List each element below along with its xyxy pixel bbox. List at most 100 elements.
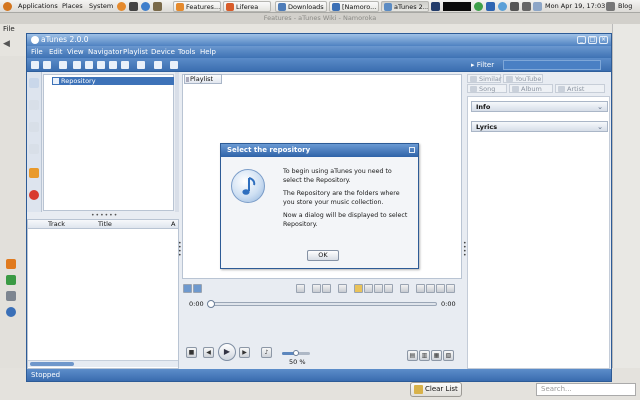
download-icon[interactable]: [6, 275, 16, 285]
task-liferea[interactable]: Liferea: [223, 1, 271, 12]
tab-youtube[interactable]: YouTube: [503, 74, 543, 83]
next-button[interactable]: ▶: [239, 347, 250, 358]
navigator-scrollbar[interactable]: [175, 72, 179, 212]
launcher-terminal-icon[interactable]: [129, 2, 138, 11]
update-icon[interactable]: [474, 2, 483, 11]
progress-slider[interactable]: [207, 300, 437, 308]
tab-similar[interactable]: Similar: [467, 74, 502, 83]
menu-edit[interactable]: Edit: [49, 48, 63, 56]
menu-device[interactable]: Device: [151, 48, 175, 56]
clear-list-button[interactable]: Clear List: [410, 382, 462, 397]
task-features[interactable]: Features...: [173, 1, 221, 12]
blog-applet[interactable]: Blog: [618, 1, 632, 12]
system-menu[interactable]: System: [89, 1, 113, 12]
save-playlist-icon[interactable]: [416, 284, 425, 293]
normalize-button[interactable]: ▦: [431, 350, 442, 361]
system-monitor-icon[interactable]: [443, 2, 471, 11]
menu-navigator[interactable]: Navigator: [88, 48, 122, 56]
tools-icon[interactable]: [59, 61, 67, 69]
playlist-tab[interactable]: Playlist: [184, 74, 222, 84]
sort-desc-icon[interactable]: [322, 284, 331, 293]
refresh-icon[interactable]: [43, 61, 51, 69]
play-button[interactable]: ▶: [218, 343, 236, 361]
scroll-thumb[interactable]: [30, 362, 74, 366]
repository-tab-icon[interactable]: [29, 78, 39, 88]
menu-file[interactable]: File: [31, 48, 43, 56]
back-arrow-icon[interactable]: ◀: [3, 39, 10, 49]
navigator-icon[interactable]: [73, 61, 81, 69]
task-namoroka[interactable]: [Namoro...: [329, 1, 379, 12]
tools-icon[interactable]: [6, 291, 16, 301]
tab-song[interactable]: Song: [467, 84, 507, 93]
search-input[interactable]: Search...: [536, 383, 636, 396]
minimize-button[interactable]: _: [577, 36, 586, 44]
ok-button[interactable]: OK: [307, 250, 339, 261]
context-icon[interactable]: [109, 61, 117, 69]
remove-icon[interactable]: [338, 284, 347, 293]
track-table-scrollbar[interactable]: [28, 360, 178, 367]
launcher-gimp-icon[interactable]: [153, 2, 162, 11]
mail-icon[interactable]: [533, 2, 542, 11]
dialog-close-button[interactable]: [409, 147, 415, 153]
places-menu[interactable]: Places: [62, 1, 83, 12]
repeat-icon[interactable]: [193, 284, 202, 293]
progress-knob[interactable]: [207, 300, 215, 308]
radio-tab-icon[interactable]: [29, 144, 39, 154]
applications-menu[interactable]: Applications: [18, 1, 58, 12]
favorite-icon[interactable]: [426, 284, 435, 293]
playlist-icon[interactable]: [97, 61, 105, 69]
stop-button[interactable]: ■: [186, 347, 197, 358]
info-section-header[interactable]: Info ⌄: [471, 101, 608, 112]
devices-tab-icon[interactable]: [29, 122, 39, 132]
lyrics-section-header[interactable]: Lyrics ⌄: [471, 121, 608, 132]
tab-album[interactable]: Album: [509, 84, 553, 93]
tab-artist[interactable]: Artist: [555, 84, 605, 93]
shuffle-icon[interactable]: [183, 284, 192, 293]
column-track[interactable]: Track: [48, 220, 65, 229]
filter-input[interactable]: [503, 60, 601, 70]
lastfm-icon[interactable]: [137, 61, 145, 69]
menu-view[interactable]: View: [67, 48, 84, 56]
podcast-icon[interactable]: [170, 61, 178, 69]
launcher-help-icon[interactable]: [141, 2, 150, 11]
filetree-icon[interactable]: [85, 61, 93, 69]
favorites-heart-icon[interactable]: [29, 190, 39, 200]
clear-playlist-icon[interactable]: [400, 284, 409, 293]
repository-tree-item[interactable]: Repository: [52, 77, 174, 85]
artist-icon[interactable]: [436, 284, 445, 293]
network-icon[interactable]: [431, 2, 440, 11]
task-atunes[interactable]: aTunes 2...: [381, 1, 429, 12]
bg-menu-file[interactable]: File: [3, 25, 15, 33]
mute-button[interactable]: ♪: [261, 347, 272, 358]
ubuntu-logo-icon[interactable]: [3, 2, 12, 11]
osd-button[interactable]: ▧: [443, 350, 454, 361]
sort-icon[interactable]: [312, 284, 321, 293]
right-splitter[interactable]: • • • •: [463, 241, 467, 259]
move-top-icon[interactable]: [364, 284, 373, 293]
menu-help[interactable]: Help: [200, 48, 216, 56]
column-artist[interactable]: A: [171, 220, 175, 229]
column-title[interactable]: Title: [98, 220, 112, 229]
left-splitter[interactable]: • • • •: [178, 241, 182, 259]
move-up-icon[interactable]: [354, 284, 363, 293]
previous-button[interactable]: ◀: [203, 347, 214, 358]
bluetooth-icon[interactable]: [486, 2, 495, 11]
move-bottom-icon[interactable]: [384, 284, 393, 293]
feed-icon[interactable]: [6, 259, 16, 269]
globe-icon[interactable]: [498, 2, 507, 11]
volume-slider[interactable]: [282, 350, 310, 356]
maximize-button[interactable]: □: [588, 36, 597, 44]
info-icon[interactable]: [6, 307, 16, 317]
karaoke-button[interactable]: ▥: [419, 350, 430, 361]
equalizer-button[interactable]: ▤: [407, 350, 418, 361]
close-button[interactable]: ×: [599, 36, 608, 44]
radio-icon[interactable]: [154, 61, 162, 69]
horizontal-splitter[interactable]: ••••••: [91, 212, 118, 219]
volume-knob[interactable]: [293, 350, 299, 356]
clock[interactable]: Mon Apr 19, 17:03: [545, 1, 605, 12]
move-down-icon[interactable]: [374, 284, 383, 293]
fullscreen-icon[interactable]: [121, 61, 129, 69]
album-icon[interactable]: [446, 284, 455, 293]
volume-icon[interactable]: [522, 2, 531, 11]
menu-playlist[interactable]: Playlist: [123, 48, 148, 56]
